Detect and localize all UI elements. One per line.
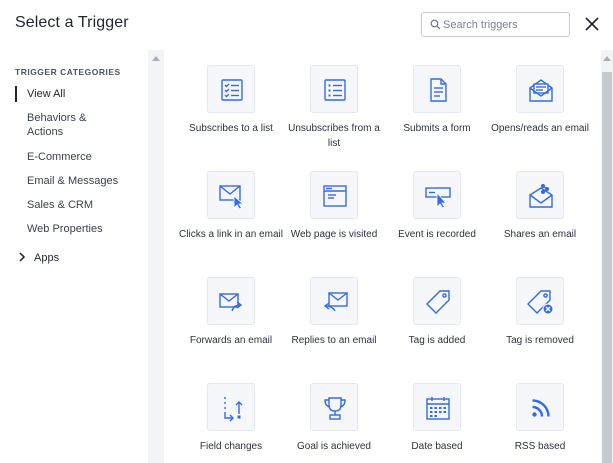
modal-header: Select a Trigger <box>0 0 613 50</box>
page-title: Select a Trigger <box>15 14 129 31</box>
trigger-label: Goal is achieved <box>297 441 371 452</box>
forward-envelope-icon <box>219 293 243 312</box>
field-change-icon <box>224 397 243 422</box>
share-envelope-icon <box>529 184 553 208</box>
tile-icon-box <box>516 171 564 219</box>
tile-icon-box <box>310 277 358 325</box>
sidebar-item-label: Web Properties <box>27 223 103 235</box>
trigger-label: Replies to an email <box>291 335 377 346</box>
sidebar-item-web-properties[interactable]: Web Properties <box>15 222 145 236</box>
tile-icon-box <box>413 277 461 325</box>
trigger-label: Tag is added <box>408 335 466 346</box>
trigger-label: Submits a form <box>403 123 471 134</box>
tile-icon-box <box>207 65 255 113</box>
tile-icon-box <box>207 277 255 325</box>
event-cursor-icon <box>425 187 451 209</box>
trigger-label: Clicks a link in an email <box>179 229 283 240</box>
sidebar-item-view-all[interactable]: View All <box>15 86 145 102</box>
trigger-label: Subscribes to a list <box>189 123 273 134</box>
trigger-label: Shares an email <box>503 229 577 240</box>
trigger-label: Tag is removed <box>506 335 574 346</box>
sidebar-item-apps[interactable]: Apps <box>18 252 59 264</box>
sidebar-item-label: Email & Messages <box>27 175 119 187</box>
sidebar: TRIGGER CATEGORIES View All Behaviors & … <box>0 50 148 463</box>
trigger-label: Field changes <box>199 441 263 452</box>
list-icon <box>324 79 346 101</box>
tile-icon-box <box>516 277 564 325</box>
trophy-icon <box>324 397 346 420</box>
trigger-label: Event is recorded <box>398 229 476 240</box>
tile-icon-box <box>310 383 358 431</box>
chevron-right-icon <box>19 252 26 262</box>
rss-icon <box>532 399 550 417</box>
scroll-up-arrow-icon[interactable] <box>603 56 611 61</box>
scrollbar-thumb[interactable] <box>602 72 612 463</box>
search-icon <box>430 19 441 30</box>
checklist-icon <box>221 79 243 101</box>
tile-icon-box <box>310 65 358 113</box>
trigger-grid: Subscribes to a list Unsubscribes from a… <box>164 50 601 463</box>
sidebar-item-email-messages[interactable]: Email & Messages <box>15 174 145 188</box>
sidebar-item-e-commerce[interactable]: E-Commerce <box>15 150 145 164</box>
sidebar-item-label: Sales & CRM <box>27 199 94 211</box>
reply-envelope-icon <box>323 292 348 312</box>
open-envelope-icon <box>529 79 553 102</box>
tile-icon-box <box>413 65 461 113</box>
envelope-cursor-icon <box>219 185 245 210</box>
form-document-icon <box>430 78 447 102</box>
tag-icon <box>426 290 450 314</box>
sidebar-item-behaviors-actions[interactable]: Behaviors & Actions <box>15 111 115 139</box>
tile-icon-box <box>413 171 461 219</box>
sidebar-item-label: Apps <box>34 252 60 264</box>
trigger-label: Web page is visited <box>290 229 378 240</box>
trigger-label: RSS based <box>514 441 566 452</box>
trigger-label: Opens/reads an email <box>491 123 589 134</box>
tile-icon-box <box>207 383 255 431</box>
tile-icon-box <box>310 171 358 219</box>
search-box[interactable] <box>421 12 570 37</box>
content-scrollbar[interactable] <box>601 50 613 463</box>
search-input[interactable] <box>443 16 567 34</box>
close-icon[interactable] <box>582 14 602 34</box>
sidebar-scrollbar[interactable] <box>148 50 164 463</box>
sidebar-heading: TRIGGER CATEGORIES <box>15 67 121 77</box>
tile-icon-box <box>413 383 461 431</box>
sidebar-item-label: Behaviors & Actions <box>27 112 87 138</box>
sidebar-item-label: View All <box>27 88 66 100</box>
sidebar-item-sales-crm[interactable]: Sales & CRM <box>15 198 145 212</box>
scroll-up-arrow-icon[interactable] <box>152 56 160 61</box>
trigger-label: Unsubscribes from a list <box>288 123 380 149</box>
sidebar-item-label: E-Commerce <box>27 151 92 163</box>
tile-icon-box <box>516 65 564 113</box>
tile-icon-box <box>207 171 255 219</box>
trigger-label: Forwards an email <box>189 335 273 346</box>
browser-window-icon <box>323 185 347 207</box>
tag-remove-icon <box>527 290 554 315</box>
tile-icon-box <box>516 383 564 431</box>
calendar-icon <box>426 397 450 420</box>
trigger-label: Date based <box>411 441 463 452</box>
